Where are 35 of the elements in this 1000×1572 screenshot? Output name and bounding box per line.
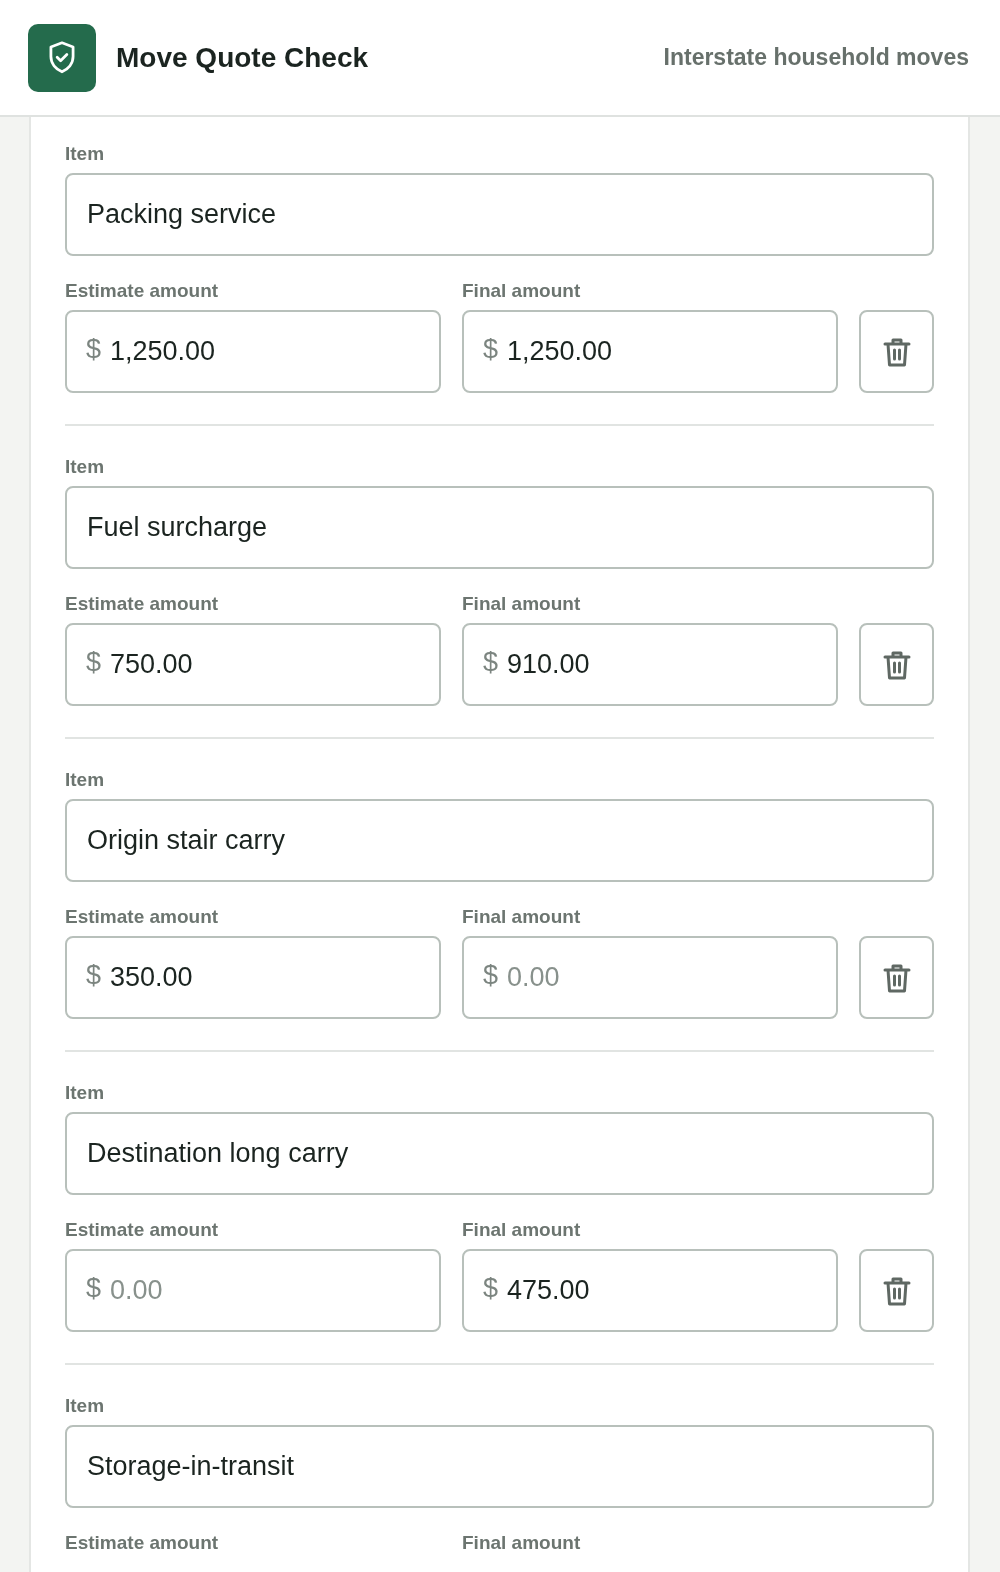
currency-symbol: $ [86,334,102,365]
field-label: Item [65,456,106,478]
field-label: Item [65,769,106,791]
item-field[interactable]: Destination long carry [65,1112,934,1195]
currency-symbol: $ [86,960,102,991]
app-title: Move Quote Check [116,40,369,75]
field-label: Final amount [462,906,582,928]
field-label: Item [65,1082,106,1104]
field-label: Estimate amount [65,593,220,615]
delete-button[interactable] [859,936,934,1019]
field-label: Final amount [462,1219,582,1241]
currency-symbol: $ [86,647,102,678]
currency-symbol: $ [483,334,499,365]
delete-button[interactable] [859,1249,934,1332]
field-label: Estimate amount [65,1219,220,1241]
currency-symbol: $ [483,1273,499,1304]
field-label: Final amount [462,1532,582,1554]
app-subtitle: Interstate household moves [663,43,969,73]
item-field[interactable]: Fuel surcharge [65,486,934,569]
currency-symbol: $ [483,647,499,678]
field-label: Final amount [462,280,582,302]
item-field[interactable]: Storage-in-transit [65,1425,934,1508]
field-label: Item [65,143,106,165]
item-field[interactable]: Packing service [65,173,934,256]
currency-symbol: $ [483,960,499,991]
field-label: Estimate amount [65,280,220,302]
item-field[interactable]: Origin stair carry [65,799,934,882]
field-label: Estimate amount [65,906,220,928]
field-label: Item [65,1395,106,1417]
delete-button[interactable] [859,310,934,393]
logo-icon [28,23,96,92]
field-label: Final amount [462,593,582,615]
field-label: Estimate amount [65,1532,220,1554]
delete-button[interactable] [859,623,934,706]
currency-symbol: $ [86,1273,102,1304]
